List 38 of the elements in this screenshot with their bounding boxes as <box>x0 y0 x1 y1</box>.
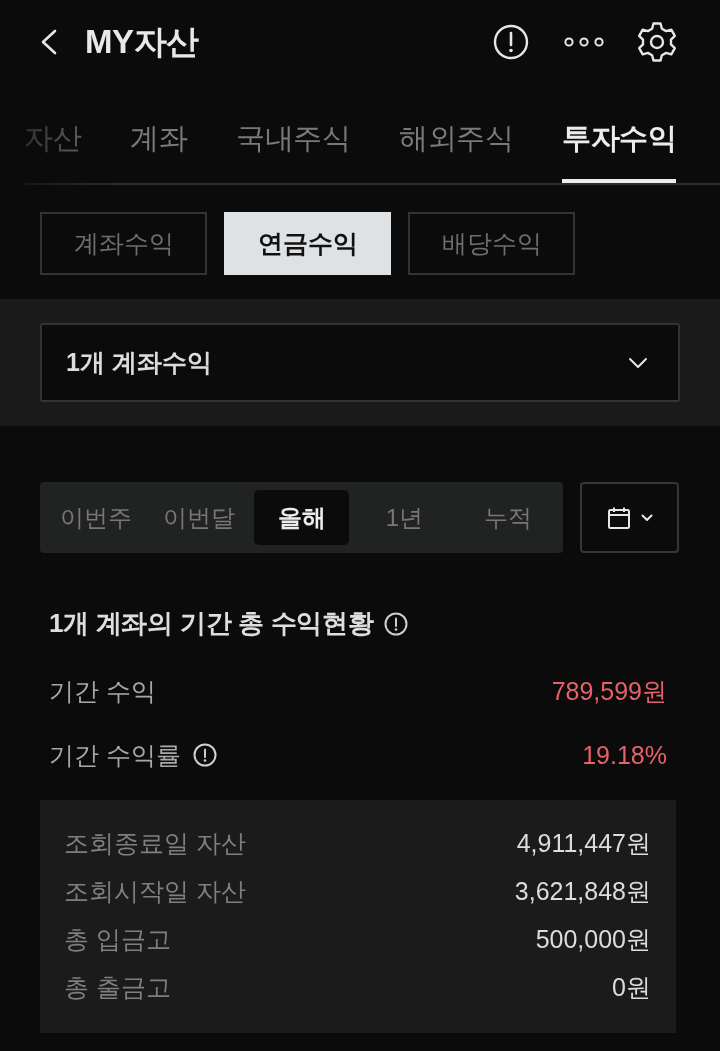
metric-label: 기간 수익률 <box>49 739 181 771</box>
sub-tab[interactable]: 연금수익 <box>224 212 391 275</box>
dropdown-value: 1개 계좌수익 <box>66 347 212 378</box>
detail-value: 3,621,848원 <box>514 875 651 907</box>
back-icon[interactable] <box>40 29 58 55</box>
exclamation-circle-icon[interactable] <box>493 24 529 60</box>
account-dropdown[interactable]: 1개 계좌수익 <box>40 323 680 402</box>
period-option[interactable]: 올해 <box>254 490 349 545</box>
detail-value: 4,911,447원 <box>516 827 651 859</box>
calendar-icon <box>606 505 631 530</box>
caret-icon <box>640 513 653 522</box>
metric-value: 789,599원 <box>551 675 667 707</box>
chevron-down-icon <box>628 356 648 369</box>
detail-value: 0원 <box>612 971 651 1003</box>
detail-label: 조회종료일 자산 <box>64 827 246 859</box>
tab[interactable]: 해외주식 <box>399 98 513 183</box>
tab[interactable]: 계좌 <box>130 98 187 183</box>
more-icon[interactable] <box>564 36 604 48</box>
period-option[interactable]: 이번달 <box>151 490 246 545</box>
detail-value: 500,000원 <box>535 923 651 955</box>
exclamation-circle-icon[interactable] <box>192 743 217 767</box>
page-title: MY자산 <box>85 21 199 62</box>
metric-value: 19.18% <box>582 740 667 770</box>
settings-icon[interactable] <box>636 21 678 63</box>
tab[interactable]: 국내주식 <box>236 98 350 183</box>
sub-tab[interactable]: 배당수익 <box>408 212 575 275</box>
section-title: 1개 계좌의 기간 총 수익현황 <box>49 607 374 640</box>
detail-label: 조회시작일 자산 <box>64 875 246 907</box>
period-option[interactable]: 1년 <box>357 490 452 545</box>
detail-label: 총 입금고 <box>64 923 171 955</box>
exclamation-circle-icon[interactable] <box>383 611 408 636</box>
tab[interactable]: 투자수익 <box>562 98 676 183</box>
detail-label: 총 출금고 <box>64 971 171 1003</box>
sub-tab[interactable]: 계좌수익 <box>40 212 207 275</box>
period-option[interactable]: 누적 <box>460 490 555 545</box>
period-option[interactable]: 이번주 <box>48 490 143 545</box>
date-picker-button[interactable] <box>580 482 679 553</box>
metric-label: 기간 수익 <box>49 675 156 707</box>
